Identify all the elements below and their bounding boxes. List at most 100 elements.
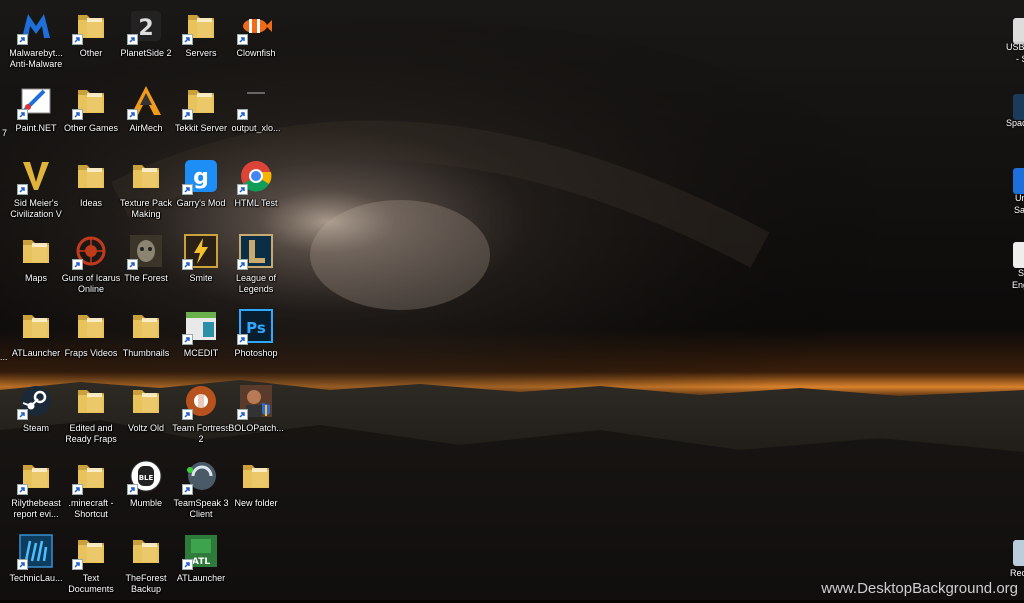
folder-icon (72, 83, 109, 120)
partial-shortcut-label: USB2 (1006, 42, 1024, 52)
desktop-shortcut[interactable]: Clownfish (228, 6, 284, 78)
svg-text:ATL: ATL (192, 557, 210, 567)
folder-icon (18, 233, 54, 269)
desktop-shortcut[interactable]: ATL ATLauncher (173, 531, 229, 603)
shortcut-label: HTML Test (234, 198, 278, 208)
desktop-shortcut[interactable]: Ideas (63, 156, 119, 228)
stray-mark: ... (0, 352, 8, 362)
desktop-shortcut[interactable]: ATLauncher (8, 306, 64, 378)
shortcut-arrow-icon (127, 484, 138, 495)
desktop-shortcut[interactable]: Text Documents (63, 531, 119, 603)
desktop-shortcut[interactable]: MCEDIT (173, 306, 229, 378)
desktop-shortcut[interactable]: League of Legends (228, 231, 284, 303)
shortcut-arrow-icon (237, 184, 248, 195)
clownfish-icon (237, 8, 274, 45)
planetside-icon: 2 (127, 8, 164, 45)
folder-icon (182, 83, 219, 120)
chrome-icon (237, 158, 274, 195)
desktop-shortcut[interactable]: New folder (228, 456, 284, 528)
shortcut-arrow-icon (17, 109, 28, 120)
desktop-shortcut[interactable]: Paint.NET (8, 81, 64, 153)
shortcut-arrow-icon (237, 334, 248, 345)
desktop-shortcut[interactable]: Other (63, 6, 119, 78)
desktop-shortcut[interactable]: Guns of Icarus Online (62, 231, 120, 303)
svg-text:2: 2 (138, 16, 153, 41)
folder-icon (128, 308, 164, 344)
svg-text:BLE: BLE (139, 474, 154, 482)
desktop-shortcut[interactable]: BOLOPatch... (228, 381, 284, 453)
technic-launcher-icon (17, 533, 54, 570)
desktop-shortcut[interactable]: TechnicLau... (8, 531, 64, 603)
partial-shortcut-label: Un (1015, 193, 1024, 203)
shortcut-arrow-icon (72, 259, 83, 270)
folder-icon (73, 383, 109, 419)
shortcut-arrow-icon (182, 259, 193, 270)
desktop-shortcut[interactable]: AirMech (118, 81, 174, 153)
desktop-shortcut[interactable]: The Forest (118, 231, 174, 303)
desktop-shortcut[interactable]: TheForest Backup (118, 531, 174, 603)
desktop-shortcut[interactable]: Team Fortress 2 (172, 381, 230, 453)
desktop-shortcut[interactable]: Ps Photoshop (228, 306, 284, 378)
folder-icon (73, 158, 109, 194)
desktop-shortcut[interactable]: BLE Mumble (118, 456, 174, 528)
shortcut-arrow-icon (237, 109, 248, 120)
partial-desktop-icon[interactable] (1013, 540, 1024, 566)
shortcut-label: ATLauncher (176, 573, 226, 583)
shortcut-label: Photoshop (234, 348, 278, 358)
desktop-shortcut[interactable]: g Garry's Mod (173, 156, 229, 228)
partial-desktop-icon[interactable] (1013, 242, 1024, 268)
desktop-shortcut[interactable]: Tekkit Server (173, 81, 229, 153)
shortcut-arrow-icon (17, 409, 28, 420)
partial-desktop-icon[interactable] (1013, 94, 1024, 120)
bolopatch-icon (237, 383, 274, 420)
the-forest-icon (127, 233, 164, 270)
smite-icon (182, 233, 219, 270)
desktop-shortcut[interactable]: Smite (173, 231, 229, 303)
partial-desktop-icon[interactable] (1013, 18, 1024, 44)
shortcut-label: New folder (234, 498, 278, 508)
desktop-shortcut[interactable]: Voltz Old (118, 381, 174, 453)
shortcut-label: Clownfish (236, 48, 276, 58)
folder-icon (73, 308, 109, 344)
photoshop-icon: Ps (237, 308, 274, 345)
desktop-shortcut[interactable]: TeamSpeak 3 Client (173, 456, 229, 528)
desktop-shortcut[interactable]: 2 PlanetSide 2 (118, 6, 174, 78)
desktop-shortcut[interactable]: Malwarebyt... Anti-Malware (8, 6, 64, 78)
desktop-shortcut[interactable]: .minecraft - Shortcut (63, 456, 119, 528)
partial-shortcut-label: - S (1016, 54, 1024, 64)
desktop-shortcut[interactable]: Other Games (63, 81, 119, 153)
shortcut-arrow-icon (72, 34, 83, 45)
desktop-shortcut[interactable]: HTML Test (228, 156, 284, 228)
shortcut-arrow-icon (17, 559, 28, 570)
desktop-shortcut[interactable]: Steam (8, 381, 64, 453)
shortcut-arrow-icon (127, 109, 138, 120)
airmech-icon (127, 83, 164, 120)
partial-shortcut-label: S (1018, 268, 1024, 278)
partial-desktop-icon[interactable] (1013, 168, 1024, 194)
shortcut-arrow-icon (17, 484, 28, 495)
garrysmod-icon: g (182, 158, 219, 195)
shortcut-arrow-icon (17, 184, 28, 195)
desktop-shortcut[interactable]: Servers (173, 6, 229, 78)
desktop-shortcut[interactable]: Texture Pack Making (118, 156, 174, 228)
civilization-icon (17, 158, 54, 195)
shortcut-arrow-icon (182, 559, 193, 570)
svg-text:Ps: Ps (246, 319, 266, 337)
shortcut-arrow-icon (182, 184, 193, 195)
shortcut-arrow-icon (237, 409, 248, 420)
desktop-shortcut[interactable]: Sid Meier's Civilization V (8, 156, 64, 228)
shortcut-label: BOLOPatch... (228, 423, 284, 433)
atlauncher-icon: ATL (182, 533, 219, 570)
desktop-shortcut[interactable]: Rilythebeast report evi... (8, 456, 64, 528)
svg-text:g: g (193, 165, 209, 190)
folder-icon (17, 458, 54, 495)
desktop-shortcut[interactable]: Maps (8, 231, 64, 303)
folder-icon (72, 8, 109, 45)
desktop-shortcut[interactable]: Fraps Videos (63, 306, 119, 378)
desktop-shortcut[interactable]: Thumbnails (118, 306, 174, 378)
desktop-shortcut[interactable]: output_xlo... (228, 81, 284, 153)
league-of-legends-icon (237, 233, 274, 270)
desktop-shortcut[interactable]: Edited and Ready Fraps (63, 381, 119, 453)
shortcut-arrow-icon (182, 409, 193, 420)
malwarebytes-icon (17, 8, 54, 45)
